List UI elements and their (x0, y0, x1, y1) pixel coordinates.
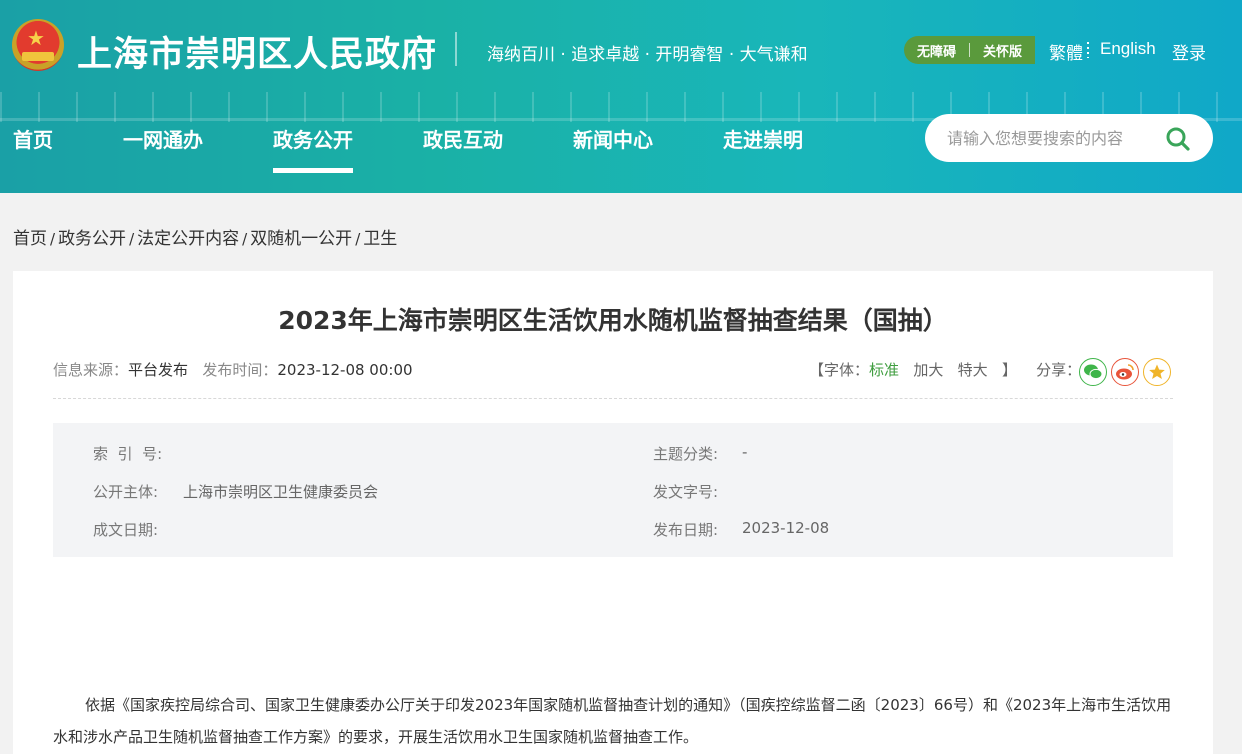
font-close-bracket: 】 (1002, 361, 1018, 379)
search-icon[interactable] (1165, 126, 1191, 152)
title-divider (455, 32, 457, 66)
nav-news-center[interactable]: 新闻中心 (573, 124, 653, 153)
publish-time-value: 2023-12-08 00:00 (277, 361, 413, 379)
breadcrumb-double-random[interactable]: 双随机一公开 (250, 229, 352, 249)
wechat-icon (1084, 364, 1103, 380)
font-size-tools: 【字体：标准 加大 特大 】 分享： (809, 359, 1081, 380)
nav-government-affairs[interactable]: 政务公开 (273, 124, 353, 153)
accessibility-toggle-group: 无障碍 关怀版 (904, 36, 1035, 64)
publisher-label: 公开主体: (93, 483, 159, 501)
search-box (925, 114, 1213, 162)
document-info-box: 索 引 号: 主题分类: - 公开主体: 上海市崇明区卫生健康委员会 发文字号:… (53, 423, 1173, 557)
favorite-share-button[interactable] (1143, 358, 1171, 386)
breadcrumb-health[interactable]: 卫生 (363, 229, 397, 249)
accessibility-button[interactable]: 无障碍 (904, 41, 969, 60)
article-panel: 2023年上海市崇明区生活饮用水随机监督抽查结果（国抽） 信息来源：平台发布 发… (13, 271, 1213, 754)
article-body: 依据《国家疾控局综合司、国家卫生健康委办公厅关于印发2023年国家随机监督抽查计… (53, 696, 1172, 746)
topic-value: - (742, 443, 748, 461)
breadcrumb: 首页 / 政务公开 / 法定公开内容 / 双随机一公开 / 卫生 (13, 229, 398, 249)
share-label: 分享： (1036, 361, 1082, 379)
search-input[interactable] (947, 126, 1157, 150)
star-icon (1149, 364, 1165, 379)
wechat-share-button[interactable] (1079, 358, 1107, 386)
topic-label: 主题分类: (653, 445, 719, 463)
weibo-share-button[interactable] (1111, 358, 1139, 386)
english-link[interactable]: English (1100, 39, 1156, 59)
written-date-label: 成文日期: (93, 521, 159, 539)
article-title: 2023年上海市崇明区生活饮用水随机监督抽查结果（国抽） (278, 306, 948, 335)
weibo-icon (1116, 364, 1134, 380)
publisher-value: 上海市崇明区卫生健康委员会 (183, 483, 379, 501)
article-meta: 信息来源：平台发布 发布时间：2023-12-08 00:00 (53, 359, 413, 380)
source-label: 信息来源： (53, 361, 129, 379)
site-title[interactable]: 上海市崇明区人民政府 (77, 26, 437, 77)
publish-date-value: 2023-12-08 (742, 519, 830, 537)
nav-public-interaction[interactable]: 政民互动 (423, 124, 503, 153)
site-header: ★ 上海市崇明区人民政府 海纳百川 · 追求卓越 · 开明睿智 · 大气谦和 无… (0, 0, 1242, 193)
nav-home[interactable]: 首页 (13, 124, 53, 153)
doc-number-label: 发文字号: (653, 483, 719, 501)
language-separator (1087, 42, 1089, 58)
breadcrumb-statutory-content[interactable]: 法定公开内容 (137, 229, 239, 249)
breadcrumb-government-affairs[interactable]: 政务公开 (58, 229, 126, 249)
index-number-label: 索 引 号: (93, 445, 163, 463)
site-slogan: 海纳百川 · 追求卓越 · 开明睿智 · 大气谦和 (487, 45, 808, 65)
font-label: 【字体： (809, 361, 870, 379)
publish-date-label: 发布日期: (653, 521, 719, 539)
publish-time-label: 发布时间： (202, 361, 278, 379)
source-value: 平台发布 (128, 361, 189, 379)
nav-active-indicator (273, 168, 353, 173)
care-mode-button[interactable]: 关怀版 (970, 41, 1035, 60)
traditional-chinese-link[interactable]: 繁體 (1049, 39, 1083, 64)
font-large-button[interactable]: 加大 (913, 361, 943, 379)
meta-divider (53, 398, 1173, 399)
login-link[interactable]: 登录 (1172, 39, 1206, 64)
nav-one-stop-service[interactable]: 一网通办 (123, 124, 203, 153)
national-emblem-icon: ★ (12, 19, 64, 71)
font-xlarge-button[interactable]: 特大 (958, 361, 988, 379)
nav-about-chongming[interactable]: 走进崇明 (723, 124, 803, 153)
breadcrumb-home[interactable]: 首页 (13, 229, 47, 249)
font-standard-button[interactable]: 标准 (869, 361, 899, 379)
